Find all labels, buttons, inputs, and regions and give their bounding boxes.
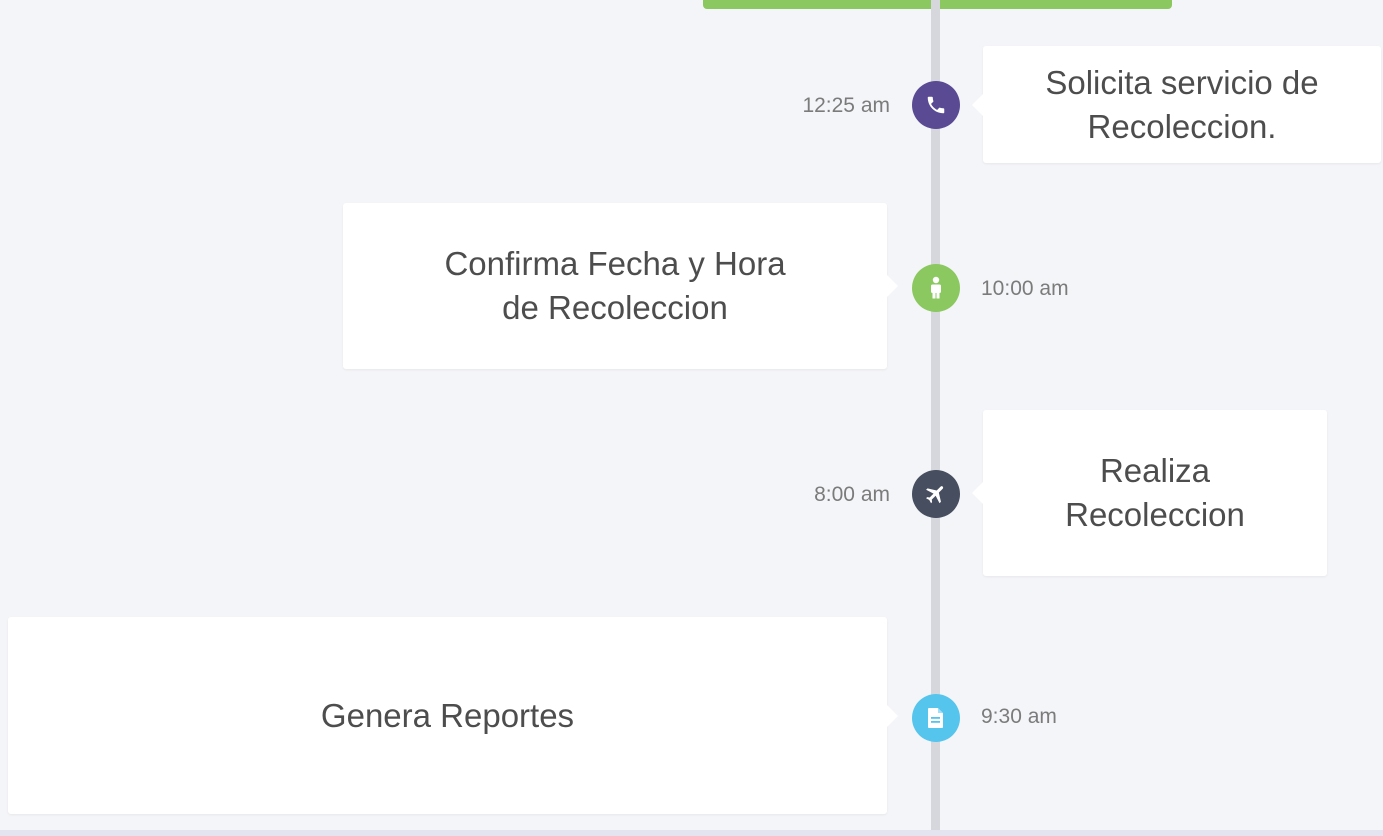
event-node-1 xyxy=(912,81,960,129)
person-icon xyxy=(927,276,945,300)
event-node-3 xyxy=(912,470,960,518)
event-text-4: Genera Reportes xyxy=(320,696,575,734)
document-icon xyxy=(927,707,945,729)
event-card-4: Genera Reportes xyxy=(8,617,898,814)
event-time-4: 9:30 am xyxy=(981,705,1057,728)
event-time-2: 10:00 am xyxy=(981,277,1069,300)
event-node-2 xyxy=(912,264,960,312)
event-card-1: Solicita servicio de Recoleccion. xyxy=(972,46,1381,163)
event-card-3: Realiza Recoleccion xyxy=(972,410,1327,576)
event-card-2: Confirma Fecha y Hora de Recoleccion xyxy=(343,203,898,369)
event-text-3: Realiza Recoleccion xyxy=(1065,452,1245,533)
plane-icon xyxy=(924,482,948,506)
timeline-page: 12:25 am Solicita servicio de Recoleccio… xyxy=(0,0,1383,836)
bottom-border xyxy=(0,830,1383,836)
event-text-2: Confirma Fecha y Hora de Recoleccion xyxy=(444,245,786,326)
event-text-1: Solicita servicio de Recoleccion. xyxy=(1045,63,1319,145)
phone-icon xyxy=(925,94,947,116)
event-time-3: 8:00 am xyxy=(814,483,890,506)
event-node-4 xyxy=(912,694,960,742)
event-time-1: 12:25 am xyxy=(802,94,890,117)
